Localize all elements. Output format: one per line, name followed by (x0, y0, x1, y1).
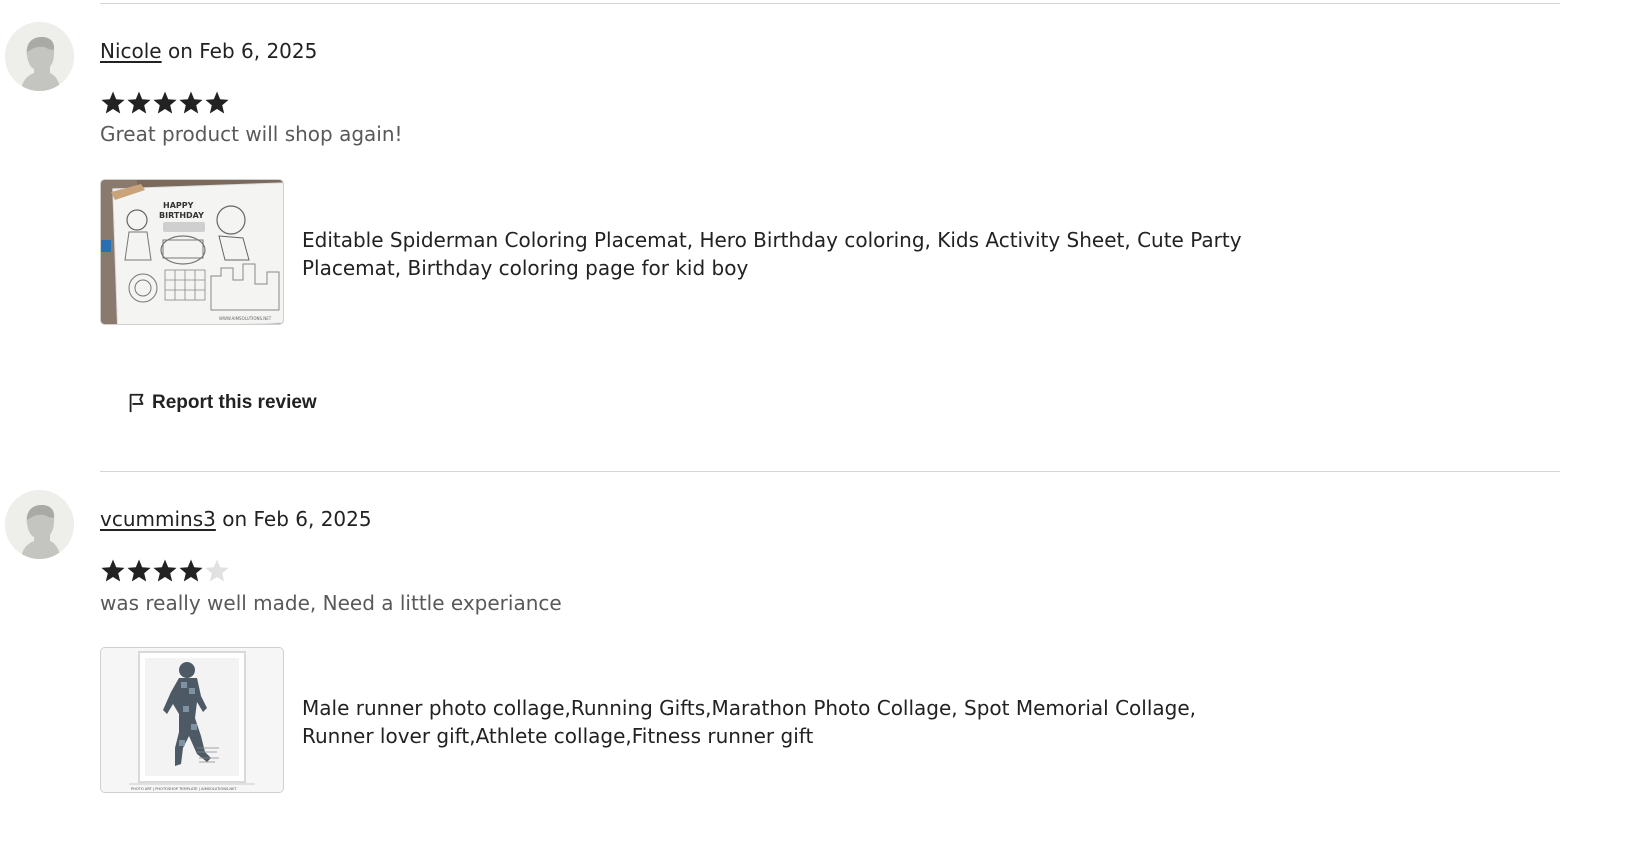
star-rating (100, 558, 230, 584)
star-filled-icon (153, 559, 177, 582)
star-filled-icon (101, 559, 125, 582)
flag-icon (126, 392, 148, 414)
product-title-link[interactable]: Male runner photo collage,Running Gifts,… (302, 694, 1242, 750)
reviewer-name-link[interactable]: vcummins3 (100, 507, 216, 531)
thumbnail-footer-text: PHOTO ART | PHOTOSHOP TEMPLATE | AIMSOLU… (131, 787, 237, 791)
product-thumbnail[interactable]: PHOTO ART | PHOTOSHOP TEMPLATE | AIMSOLU… (100, 647, 284, 793)
star-empty-icon (205, 559, 229, 582)
report-review-button[interactable]: Report this review (120, 383, 323, 423)
report-review-label: Report this review (152, 392, 317, 413)
review-text: was really well made, Need a little expe… (100, 591, 562, 615)
star-filled-icon (179, 559, 203, 582)
review-date: on Feb 6, 2025 (222, 507, 372, 531)
review-divider (100, 471, 1560, 472)
review-meta: vcummins3 on Feb 6, 2025 (100, 507, 372, 531)
default-user-avatar-icon[interactable] (5, 490, 74, 559)
star-filled-icon (127, 559, 151, 582)
review-item: vcummins3 on Feb 6, 2025 was really well… (0, 0, 1634, 793)
